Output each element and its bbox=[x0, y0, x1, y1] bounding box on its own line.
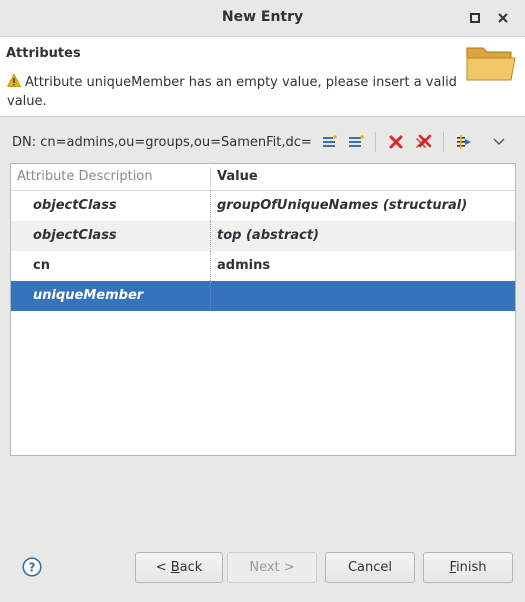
toolbar-separator bbox=[443, 132, 444, 152]
back-button[interactable]: < Back bbox=[135, 552, 223, 583]
cancel-button-label: Cancel bbox=[347, 560, 393, 575]
column-divider bbox=[210, 167, 211, 187]
maximize-button[interactable] bbox=[466, 9, 484, 27]
title-bar: New Entry bbox=[0, 0, 525, 37]
next-button[interactable]: Next > bbox=[227, 552, 317, 583]
new-value-icon bbox=[349, 135, 364, 147]
attribute-value: admins bbox=[217, 258, 271, 273]
new-attribute-button[interactable] bbox=[320, 132, 340, 152]
new-attribute-icon bbox=[323, 135, 337, 147]
filter-button[interactable] bbox=[454, 132, 474, 152]
delete-button[interactable] bbox=[386, 132, 406, 152]
finish-button[interactable]: Finish bbox=[423, 552, 513, 583]
delete-all-button[interactable] bbox=[414, 132, 434, 152]
attribute-value: top (abstract) bbox=[217, 228, 319, 243]
banner-message: Attribute uniqueMember has an empty valu… bbox=[7, 73, 457, 111]
table-row[interactable]: cn admins bbox=[11, 251, 515, 281]
toolbar-separator bbox=[375, 132, 376, 152]
column-header-description[interactable]: Attribute Description bbox=[17, 169, 153, 184]
wizard-banner: Attributes Attribute uniqueMember has an… bbox=[0, 37, 525, 117]
attribute-description: cn bbox=[33, 258, 50, 273]
attribute-description: uniqueMember bbox=[33, 288, 144, 303]
maximize-icon bbox=[470, 13, 480, 23]
table-row-selected[interactable]: uniqueMember bbox=[11, 281, 515, 311]
table-row[interactable]: objectClass top (abstract) bbox=[11, 221, 515, 251]
warning-icon bbox=[7, 74, 21, 87]
view-menu-button[interactable] bbox=[489, 132, 509, 152]
table-row[interactable]: objectClass groupOfUniqueNames (structur… bbox=[11, 191, 515, 221]
next-button-label: Next > bbox=[249, 560, 295, 575]
window-title: New Entry bbox=[221, 9, 304, 25]
close-button[interactable] bbox=[494, 9, 512, 27]
column-header-value[interactable]: Value bbox=[217, 169, 258, 184]
attributes-table: Attribute Description Value objectClass … bbox=[10, 163, 516, 456]
new-value-button[interactable] bbox=[346, 132, 366, 152]
dn-toolbar-row: DN: cn=admins,ou=groups,ou=SamenFit,dc=s bbox=[0, 126, 525, 158]
table-header: Attribute Description Value bbox=[11, 164, 515, 191]
back-button-label: < Back bbox=[155, 560, 203, 575]
banner-message-text: Attribute uniqueMember has an empty valu… bbox=[7, 75, 457, 109]
delete-all-icon bbox=[416, 134, 432, 148]
cancel-button[interactable]: Cancel bbox=[325, 552, 415, 583]
menu-chevron-icon bbox=[493, 138, 505, 145]
finish-button-label: Finish bbox=[449, 560, 487, 575]
banner-title: Attributes bbox=[6, 46, 81, 61]
attribute-description: objectClass bbox=[33, 198, 117, 213]
delete-icon bbox=[389, 135, 403, 149]
folder-icon bbox=[466, 47, 516, 81]
help-icon[interactable]: ? bbox=[22, 557, 42, 577]
dn-label: DN: cn=admins,ou=groups,ou=SamenFit,dc=s bbox=[12, 135, 312, 150]
attribute-description: objectClass bbox=[33, 228, 117, 243]
filter-icon bbox=[457, 135, 471, 149]
close-icon bbox=[498, 13, 508, 23]
svg-text:?: ? bbox=[29, 561, 36, 575]
attribute-value: groupOfUniqueNames (structural) bbox=[217, 198, 468, 213]
